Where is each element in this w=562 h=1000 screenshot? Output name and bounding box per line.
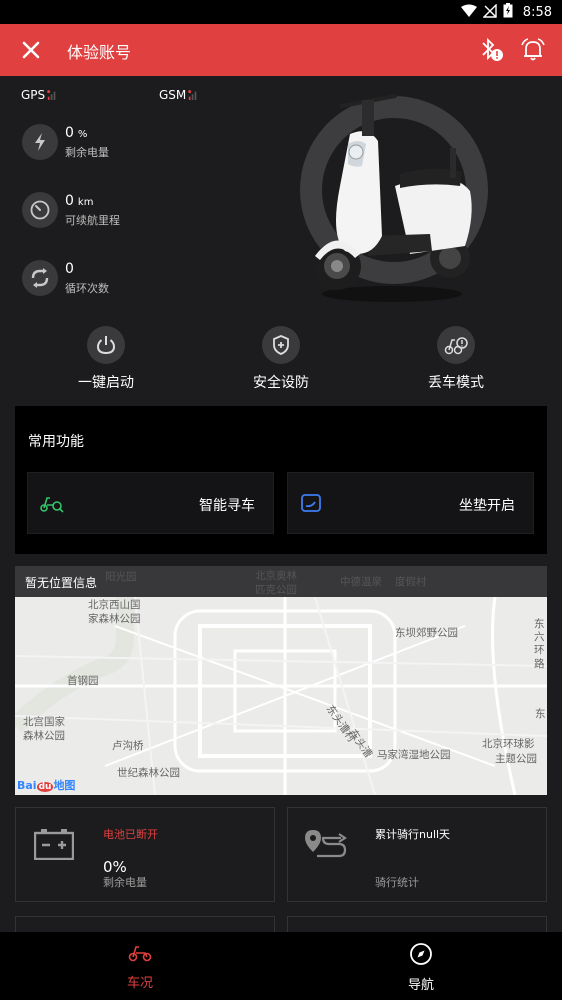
shield-plus-icon — [262, 326, 300, 364]
lost-mode-button[interactable]: 丢车模式 — [391, 326, 521, 392]
scooter-nav-icon — [128, 946, 152, 962]
nav-navigation[interactable]: 导航 — [361, 942, 481, 993]
map-label-faded: 度假村 — [395, 576, 427, 588]
map-label: 首钢园 — [67, 675, 99, 687]
scooter-search-icon — [40, 497, 64, 513]
alarm-bell-icon — [521, 38, 545, 61]
cycle-icon — [22, 260, 58, 296]
close-icon — [22, 41, 40, 59]
clock: 8:58 — [522, 5, 552, 20]
gsm-status: GSM — [159, 88, 198, 102]
map-label-faded: 北京奥林 — [255, 570, 297, 582]
power-icon — [87, 326, 125, 364]
stat-range: 0 km 可续航里程 — [22, 192, 120, 228]
stat-value: 0 — [65, 192, 74, 209]
gps-label: GPS — [21, 88, 46, 102]
function-label: 智能寻车 — [199, 498, 255, 514]
map-label: 北京环球影 — [482, 738, 535, 750]
battery-status: 电池已断开 — [103, 828, 158, 841]
gps-status: GPS — [21, 88, 57, 102]
scooter-image — [313, 94, 472, 302]
stat-battery: 0% 剩余电量 — [22, 124, 109, 160]
battery-charging-icon — [503, 3, 513, 22]
battery-status-card[interactable]: 电池已断开 0% 剩余电量 — [15, 807, 275, 902]
stat-label: 循环次数 — [65, 281, 109, 295]
map-label: 环 — [534, 644, 545, 656]
seat-open-button[interactable]: 坐垫开启 — [287, 472, 534, 534]
page-title: 体验账号 — [67, 43, 132, 62]
security-arm-button[interactable]: 安全设防 — [216, 326, 346, 392]
common-functions-card: 常用功能 智能寻车 坐垫开启 — [15, 406, 547, 554]
stat-label: 可续航里程 — [65, 213, 120, 227]
lightning-icon — [22, 124, 58, 160]
location-status: 暂无位置信息 — [25, 576, 98, 590]
riding-stats-card[interactable]: 累计骑行null天 骑行统计 — [287, 807, 547, 902]
battery-icon — [34, 829, 74, 860]
close-button[interactable] — [18, 37, 44, 63]
riding-label: 骑行统计 — [375, 876, 419, 889]
bottom-nav: 车况 导航 — [0, 932, 562, 1000]
baidu-map-logo: Bai du 地图 — [17, 779, 76, 792]
quick-action-label: 丢车模式 — [428, 375, 484, 391]
one-key-start-button[interactable]: 一键启动 — [41, 326, 171, 392]
map-location-header: 阳光园 北京奥林 匹克公园 中德温泉 度假村 暂无位置信息 — [15, 566, 547, 597]
find-vehicle-button[interactable]: 智能寻车 — [27, 472, 274, 534]
battery-label: 剩余电量 — [103, 876, 147, 889]
map-label: 东坝郊野公园 — [395, 627, 458, 639]
map-label-faded: 阳光园 — [105, 571, 137, 583]
gsm-label: GSM — [159, 88, 187, 102]
signal-weak-icon — [188, 90, 197, 100]
stat-cycles: 0 循环次数 — [22, 260, 109, 296]
speedometer-icon — [22, 192, 58, 228]
riding-days: 累计骑行null天 — [375, 828, 451, 841]
scooter-alert-icon — [437, 326, 475, 364]
signal-weak-icon — [47, 90, 56, 100]
nav-label: 车况 — [126, 976, 153, 991]
stat-unit: km — [77, 196, 94, 208]
map-label: 卢沟桥 — [112, 740, 144, 752]
stat-value: 0 — [65, 124, 74, 141]
stat-value: 0 — [65, 260, 74, 277]
quick-action-label: 一键启动 — [78, 375, 134, 391]
map-label: 东 — [535, 708, 546, 720]
map-view[interactable]: 北京西山国 家森林公园 东坝郊野公园 东 六 环 路 首钢园 北宫国家 森林公园… — [15, 566, 547, 795]
bluetooth-alert-button[interactable] — [477, 36, 505, 64]
seat-icon — [301, 494, 321, 512]
section-title: 常用功能 — [28, 434, 84, 450]
map-label: 世纪森林公园 — [117, 767, 180, 779]
map-label: 马家湾湿地公园 — [377, 749, 451, 761]
nav-label: 导航 — [407, 978, 434, 993]
alarm-button[interactable] — [519, 36, 547, 64]
route-icon — [305, 830, 347, 858]
status-bar: 8:58 — [0, 0, 562, 24]
wifi-icon — [460, 4, 477, 22]
map-label-faded: 匹克公园 — [255, 584, 297, 596]
map-label: 家森林公园 — [88, 613, 141, 625]
nav-vehicle-status[interactable]: 车况 — [80, 942, 200, 991]
map-label: 主题公园 — [495, 753, 537, 765]
no-signal-icon — [482, 2, 497, 22]
quick-action-label: 安全设防 — [253, 375, 309, 391]
map-label: 北宫国家 — [23, 716, 65, 728]
map-label: 路 — [534, 658, 545, 670]
compass-icon — [410, 943, 432, 965]
app-bar: 体验账号 — [0, 24, 562, 76]
stat-unit: % — [77, 128, 88, 140]
stat-label: 剩余电量 — [65, 145, 109, 159]
map-label-faded: 中德温泉 — [340, 576, 382, 588]
map-label: 北京西山国 — [88, 599, 141, 611]
function-label: 坐垫开启 — [459, 498, 515, 514]
bluetooth-alert-icon — [482, 37, 503, 61]
map-label: 森林公园 — [23, 730, 65, 742]
